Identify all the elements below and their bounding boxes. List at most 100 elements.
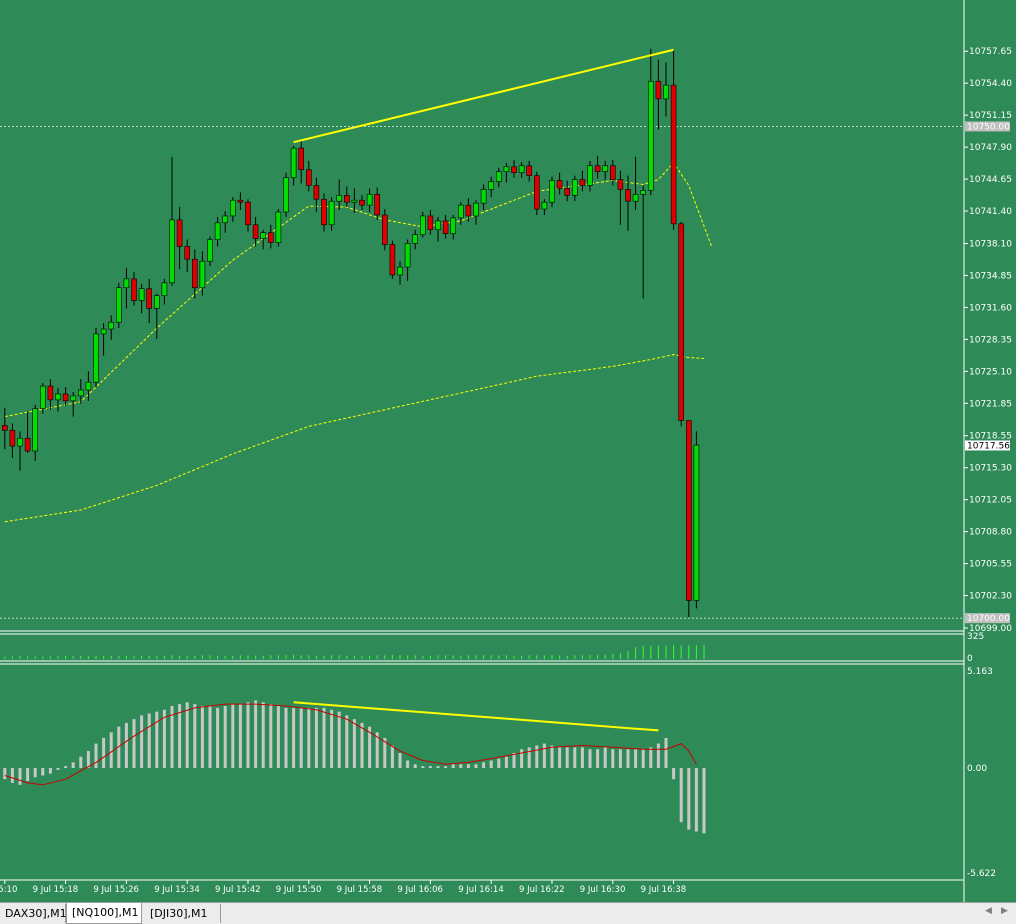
bullish-candle xyxy=(336,194,343,202)
oscillator-bar xyxy=(132,719,136,768)
bullish-candle xyxy=(161,282,168,296)
oscillator-bar xyxy=(345,715,349,768)
oscillator-bar xyxy=(322,707,326,768)
bullish-candle xyxy=(214,222,221,240)
bearish-candle xyxy=(305,169,312,186)
bearish-candle xyxy=(176,219,183,247)
oscillator-bar xyxy=(208,706,212,768)
price-tick-label: 10741.40 xyxy=(969,207,1012,217)
bullish-candle xyxy=(647,80,654,191)
bearish-candle xyxy=(298,147,305,171)
time-tick-label: 9 Jul 16:06 xyxy=(397,885,443,895)
tab-dax30[interactable]: DAX30],M1 xyxy=(0,904,67,923)
oscillator-bar xyxy=(451,764,455,768)
bullish-candle xyxy=(32,408,39,452)
bearish-candle xyxy=(146,288,152,309)
bearish-candle xyxy=(237,199,244,203)
oscillator-bar xyxy=(10,768,14,783)
oscillator-bar xyxy=(436,766,440,768)
oscillator-bar xyxy=(79,756,83,768)
bullish-candle xyxy=(93,333,99,383)
bullish-candle xyxy=(85,381,92,391)
bullish-candle xyxy=(39,385,46,409)
bullish-candle xyxy=(138,288,145,301)
bullish-candle xyxy=(230,199,236,217)
oscillator-bar xyxy=(489,760,493,768)
oscillator-bar xyxy=(428,766,432,768)
oscillator-bar xyxy=(565,747,569,768)
oscillator-tick-label: 0.00 xyxy=(967,764,987,774)
oscillator-bar xyxy=(124,722,128,768)
oscillator-bar xyxy=(284,707,288,768)
oscillator-bar xyxy=(580,747,584,768)
oscillator-bar xyxy=(48,768,52,774)
oscillator-bar xyxy=(261,702,265,768)
price-tick-label: 10705.55 xyxy=(969,560,1012,570)
time-tick-label: 9 Jul 16:38 xyxy=(641,885,687,895)
oscillator-signal-line xyxy=(4,703,697,786)
price-tick-label: 10718.55 xyxy=(969,432,1012,442)
bullish-candle xyxy=(283,177,289,213)
bearish-candle xyxy=(617,179,624,190)
oscillator-bar xyxy=(337,711,341,768)
price-tick-label: 10757.65 xyxy=(969,47,1012,57)
time-tick-label: 9 Jul 15:10 xyxy=(0,885,17,895)
bearish-candle xyxy=(245,201,251,226)
oscillator-tick-label: -5.622 xyxy=(967,869,996,879)
scroll-left-icon[interactable]: ◀ xyxy=(985,906,992,916)
bullish-candle xyxy=(260,232,267,239)
bearish-candle xyxy=(359,199,365,206)
bearish-candle xyxy=(533,175,540,210)
bullish-candle xyxy=(108,321,114,330)
bullish-candle xyxy=(17,437,23,447)
tab-dji30[interactable]: [DJI30],M1 xyxy=(145,904,221,923)
bearish-candle xyxy=(670,84,677,225)
oscillator-bar xyxy=(307,707,311,768)
oscillator-bar xyxy=(185,702,189,768)
price-tick-label: 10734.85 xyxy=(969,271,1012,281)
bearish-candle xyxy=(389,244,396,276)
chart-canvas[interactable]: 10757.65 10754.40 10751.15 10747.90 10744.65… xyxy=(0,0,1016,902)
bullish-candle xyxy=(541,201,548,210)
oscillator-bar xyxy=(56,768,60,770)
bearish-candle xyxy=(556,180,563,189)
oscillator-bar xyxy=(550,745,554,768)
oscillator-bar xyxy=(231,704,235,768)
oscillator-bar xyxy=(200,706,204,768)
bearish-candle xyxy=(62,393,69,402)
current-price-label: 10717.56 xyxy=(967,441,1010,451)
bullish-candle xyxy=(480,189,487,204)
oscillator-bar xyxy=(155,711,159,768)
scroll-right-icon[interactable]: ▶ xyxy=(1001,906,1008,916)
bullish-candle xyxy=(275,211,282,243)
oscillator-bar xyxy=(535,745,539,768)
bearish-candle xyxy=(184,246,190,260)
oscillator-bar xyxy=(588,749,592,768)
bullish-candle xyxy=(602,165,609,172)
oscillator-bar xyxy=(649,747,653,768)
oscillator-bar xyxy=(216,707,220,768)
oscillator-bar xyxy=(292,707,296,768)
bearish-candle xyxy=(442,220,449,234)
oscillator-bar xyxy=(672,768,676,780)
price-tick-label: 10728.35 xyxy=(969,335,1012,345)
bullish-candle xyxy=(693,444,700,601)
bullish-candle xyxy=(116,287,122,323)
oscillator-bar xyxy=(444,766,448,768)
oscillator-bar xyxy=(634,749,638,768)
price-level-label: 10700.00 xyxy=(967,614,1010,624)
price-tick-label: 10721.85 xyxy=(969,399,1012,409)
bullish-candle xyxy=(328,200,335,226)
oscillator-bar xyxy=(413,764,417,768)
tab-nq100[interactable]: [NQ100],M1 xyxy=(66,903,142,924)
oscillator-bar xyxy=(406,760,410,768)
price-tick-label: 10747.90 xyxy=(969,143,1012,153)
oscillator-bar xyxy=(398,752,402,768)
bullish-candle xyxy=(100,328,107,335)
bearish-candle xyxy=(625,189,631,202)
oscillator-tick-label: 5.163 xyxy=(967,667,993,677)
time-tick-label: 9 Jul 15:34 xyxy=(154,885,200,895)
bullish-candle xyxy=(488,181,495,190)
oscillator-bar xyxy=(41,768,45,776)
bearish-candle xyxy=(9,430,16,447)
